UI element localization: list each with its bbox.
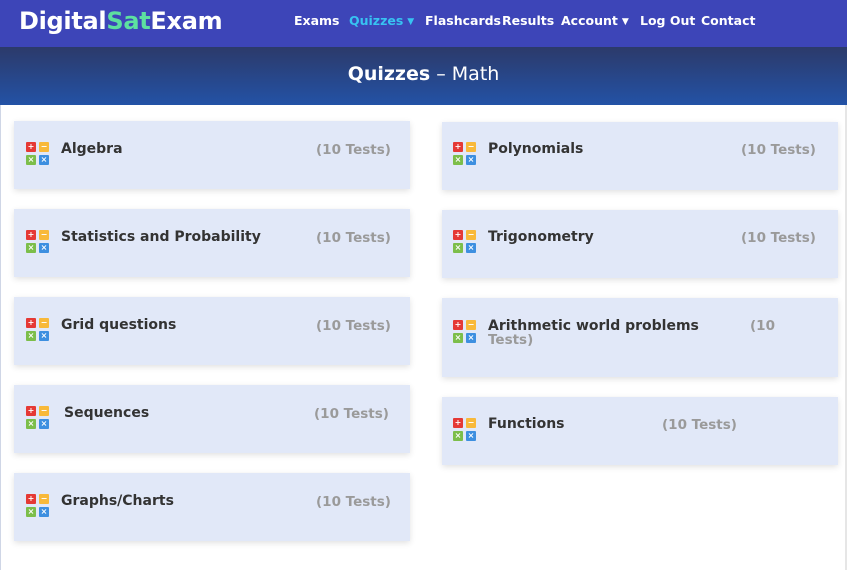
- quiz-card-trigonometry[interactable]: + − × × Trigonometry (10 Tests): [442, 210, 838, 278]
- quiz-count: (10 Tests): [316, 318, 391, 334]
- chevron-down-icon: ▼: [621, 17, 629, 27]
- chevron-down-icon: ▼: [407, 17, 415, 27]
- quiz-title: Functions: [488, 416, 565, 432]
- left-divider: [0, 105, 1, 570]
- quiz-count: (10 Tests): [316, 142, 391, 158]
- page-title: Quizzes – Math: [347, 63, 500, 85]
- quiz-card-polynomials[interactable]: + − × × Polynomials (10 Tests): [442, 122, 838, 190]
- quiz-title: Graphs/Charts: [61, 493, 174, 509]
- math-operations-icon: + − × ×: [453, 230, 476, 253]
- quiz-title: Polynomials: [488, 141, 584, 157]
- math-operations-icon: + − × ×: [26, 230, 49, 253]
- math-operations-icon: + − × ×: [26, 318, 49, 341]
- quiz-count: (10 Tests): [314, 406, 389, 422]
- quiz-title: Trigonometry: [488, 229, 594, 245]
- math-operations-icon: + − × ×: [26, 142, 49, 165]
- quiz-title: Sequences: [64, 405, 150, 421]
- quiz-title: Statistics and Probability: [61, 229, 261, 245]
- nav-quizzes[interactable]: Quizzes ▼: [349, 13, 414, 28]
- math-operations-icon: + − × ×: [453, 418, 476, 441]
- quiz-title: Algebra: [61, 141, 123, 157]
- nav-exams[interactable]: Exams: [294, 13, 340, 28]
- quiz-count: (10 Tests): [316, 230, 391, 246]
- site-logo[interactable]: DigitalSatExam: [19, 7, 223, 35]
- quiz-card-statistics[interactable]: + − × × Statistics and Probability (10 Test…: [14, 209, 410, 277]
- nav-account[interactable]: Account ▼: [561, 13, 629, 28]
- page-banner: Quizzes – Math: [0, 47, 847, 105]
- math-operations-icon: + − × ×: [26, 406, 49, 429]
- quiz-count: (10 Tests): [741, 230, 816, 246]
- quiz-card-algebra[interactable]: + − × × Algebra (10 Tests): [14, 121, 410, 189]
- nav-logout[interactable]: Log Out: [640, 13, 695, 28]
- top-navbar: DigitalSatExam Exams Quizzes ▼ Flashcards…: [0, 0, 847, 47]
- nav-results[interactable]: Results: [502, 13, 554, 28]
- quiz-card-functions[interactable]: + − × × Functions (10 Tests): [442, 397, 838, 465]
- quiz-count: (10 Tests): [741, 142, 816, 158]
- quiz-count: (10 Tests): [488, 318, 775, 348]
- quiz-card-arithmetic-word-problems[interactable]: + − × × Arithmetic world problems (10 Tests…: [442, 298, 838, 377]
- math-operations-icon: + − × ×: [453, 142, 476, 165]
- math-operations-icon: + − × ×: [453, 320, 476, 343]
- quiz-count: (10 Tests): [662, 417, 737, 433]
- nav-contact[interactable]: Contact: [701, 13, 755, 28]
- quiz-card-graphs-charts[interactable]: + − × × Graphs/Charts (10 Tests): [14, 473, 410, 541]
- quiz-count: (10 Tests): [316, 494, 391, 510]
- quiz-card-grid-questions[interactable]: + − × × Grid questions (10 Tests): [14, 297, 410, 365]
- quiz-title: Grid questions: [61, 317, 177, 333]
- nav-flashcards[interactable]: Flashcards: [425, 13, 501, 28]
- math-operations-icon: + − × ×: [26, 494, 49, 517]
- quiz-card-sequences[interactable]: + − × × Sequences (10 Tests): [14, 385, 410, 453]
